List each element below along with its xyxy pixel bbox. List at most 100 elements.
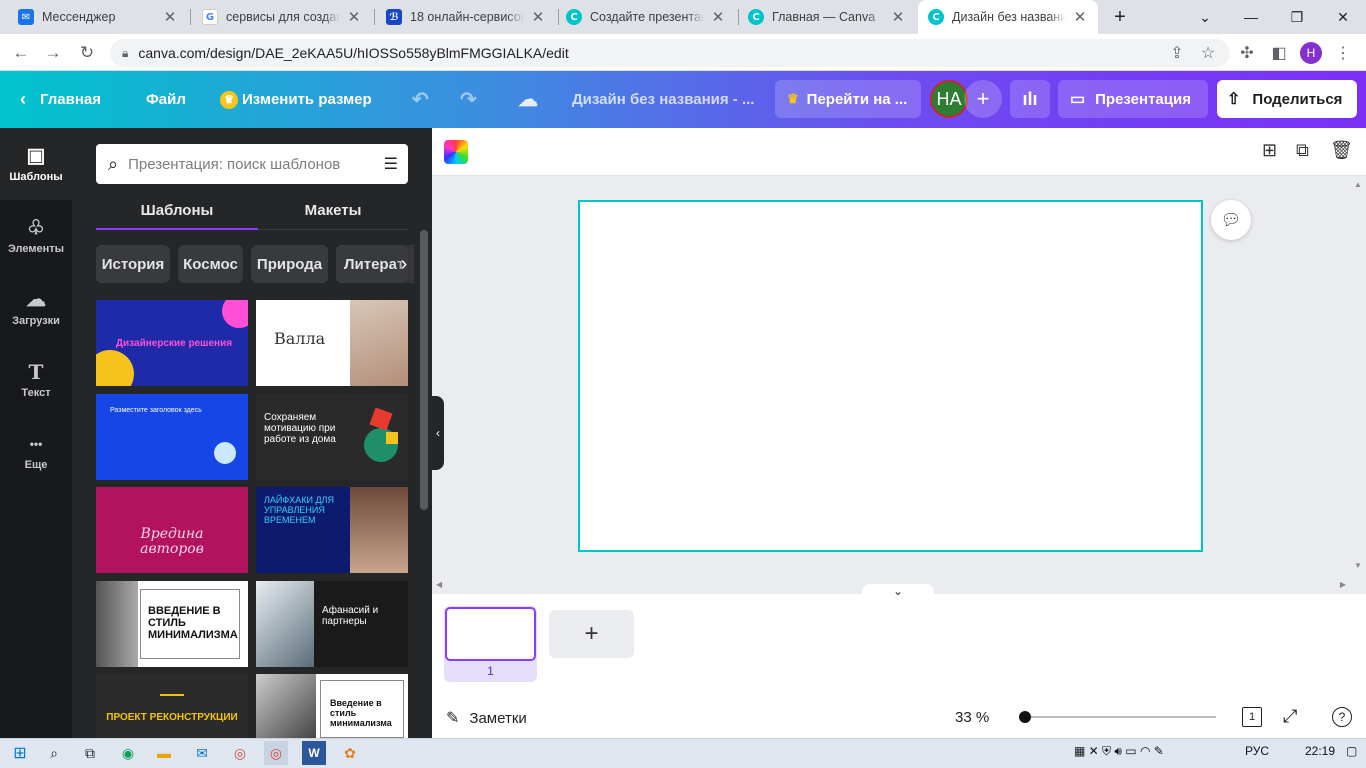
notifications-icon[interactable]: ▢	[1346, 744, 1357, 758]
nav-elements[interactable]: ♧ Элементы	[0, 200, 72, 272]
zoom-slider-handle[interactable]	[1019, 711, 1031, 723]
extensions-icon[interactable]: ✣	[1234, 40, 1260, 66]
browser-tab[interactable]: C Создайте презентации ✕	[556, 0, 736, 34]
undo-icon[interactable]: ↶	[412, 71, 429, 128]
maximize-icon[interactable]: ❐	[1274, 0, 1320, 34]
search-icon[interactable]: ⌕	[42, 741, 66, 765]
profile-avatar[interactable]: Н	[1298, 40, 1324, 66]
cloud-saved-icon[interactable]: ☁	[518, 71, 538, 128]
page-count-button[interactable]: 1	[1242, 707, 1262, 727]
page-thumbnail[interactable]: 1	[444, 606, 537, 682]
clock[interactable]: 22:19	[1305, 744, 1335, 758]
template-thumbnail[interactable]: Вредина авторов	[96, 487, 248, 573]
share-page-icon[interactable]: ⇪	[1164, 40, 1190, 66]
windows-start-icon[interactable]: ⊞	[8, 741, 32, 765]
tab-templates[interactable]: Шаблоны	[96, 192, 258, 230]
share-button[interactable]: ⇧ Поделиться	[1217, 80, 1357, 118]
help-icon[interactable]: ?	[1332, 707, 1352, 727]
zoom-slider[interactable]	[1019, 711, 1216, 723]
language-indicator[interactable]: РУС	[1245, 744, 1269, 758]
nav-text[interactable]: T Текст	[0, 344, 72, 416]
chip-nature[interactable]: Природа	[251, 245, 328, 283]
edge-browser-icon[interactable]: ◉	[116, 741, 140, 765]
chevron-right-icon[interactable]: ›	[394, 245, 414, 283]
close-icon[interactable]: ✕	[1072, 8, 1088, 26]
user-avatar[interactable]: НА	[930, 80, 968, 118]
file-explorer-icon[interactable]: ▬	[152, 741, 176, 765]
word-icon[interactable]: W	[302, 741, 326, 765]
template-thumbnail[interactable]: Валла	[256, 300, 408, 386]
bookmark-star-icon[interactable]: ☆	[1195, 40, 1221, 66]
minimize-icon[interactable]: —	[1228, 0, 1274, 34]
filter-sliders-icon[interactable]: ☰	[384, 154, 398, 174]
chip-space[interactable]: Космос	[178, 245, 243, 283]
template-thumbnail[interactable]: Введение в стиль минимализма	[256, 674, 408, 738]
duplicate-page-icon[interactable]: ⧉	[1296, 140, 1309, 161]
chrome-icon[interactable]: ◎	[228, 741, 252, 765]
fullscreen-icon[interactable]: ⤢	[1283, 706, 1297, 727]
menu-kebab-icon[interactable]: ⋮	[1330, 40, 1356, 66]
add-page-icon[interactable]: ⊞	[1262, 140, 1277, 161]
close-icon[interactable]: ✕	[890, 8, 906, 26]
vertical-scrollbar[interactable]: ▲ ▼	[1352, 180, 1364, 570]
nav-more[interactable]: ••• Еще	[0, 416, 72, 488]
template-thumbnail[interactable]: ВВЕДЕНИЕ В СТИЛЬ МИНИМАЛИЗМА	[96, 581, 248, 667]
template-search-input[interactable]: ⌕ Презентация: поиск шаблонов ☰	[96, 144, 408, 184]
redo-icon[interactable]: ↷	[460, 71, 477, 128]
browser-tab[interactable]: ℬ 18 онлайн-сервисов ✕	[376, 0, 556, 34]
chrome-active-icon[interactable]: ◎	[264, 741, 288, 765]
browser-tab[interactable]: C Главная — Canva ✕	[738, 0, 916, 34]
address-bar[interactable]: 🔒︎ canva.com/design/DAE_2eKAA5U/hIOSSo55…	[110, 39, 1230, 67]
home-back-button[interactable]: ‹ Главная	[20, 71, 101, 128]
browser-tab[interactable]: ✉ Мессенджер ✕	[8, 0, 188, 34]
app-icon[interactable]: ✿	[338, 741, 362, 765]
color-picker-icon[interactable]	[444, 140, 468, 164]
tray-icons[interactable]: ▦ ✕ ⛨ 🔊︎ ▭ ◠ ✎	[1074, 744, 1164, 759]
upgrade-button[interactable]: ♛ Перейти на ...	[775, 80, 921, 118]
document-title[interactable]: Дизайн без названия - ...	[572, 71, 754, 128]
add-comment-icon[interactable]: 💬︎	[1211, 200, 1251, 240]
nav-uploads[interactable]: ☁ Загрузки	[0, 272, 72, 344]
add-collaborator-icon[interactable]: +	[964, 80, 1002, 118]
task-view-icon[interactable]: ⧉	[78, 741, 102, 765]
mail-icon[interactable]: ✉	[190, 741, 214, 765]
present-button[interactable]: ▭ Презентация	[1058, 80, 1208, 118]
chip-history[interactable]: История	[96, 245, 170, 283]
window-close-icon[interactable]: ✕	[1320, 0, 1366, 34]
tab-search-icon[interactable]: ⌄	[1182, 0, 1228, 34]
template-thumbnail[interactable]: ПРОЕКТ РЕКОНСТРУКЦИИ	[96, 674, 248, 738]
article-icon: ℬ	[386, 9, 402, 25]
browser-tab[interactable]: G сервисы для создания ✕	[192, 0, 372, 34]
template-thumbnail[interactable]: Сохраняем мотивацию при работе из дома	[256, 394, 408, 480]
browser-tab-active[interactable]: C Дизайн без названия ✕	[918, 0, 1098, 34]
reload-icon[interactable]: ↻	[74, 40, 100, 66]
panel-scrollbar[interactable]	[420, 230, 428, 510]
file-menu-button[interactable]: Файл	[146, 71, 186, 128]
text-icon: T	[28, 360, 44, 384]
search-icon: ⌕	[108, 153, 119, 174]
canvas-toolbar	[432, 128, 1366, 176]
side-panel-icon[interactable]: ◧	[1266, 40, 1292, 66]
nav-templates[interactable]: ▣ Шаблоны	[0, 128, 72, 200]
close-icon[interactable]: ✕	[710, 8, 726, 26]
new-tab-button[interactable]: +	[1100, 0, 1140, 34]
chevron-down-icon[interactable]: ⌄	[862, 584, 934, 598]
zoom-value[interactable]: 33 %	[955, 709, 989, 726]
back-arrow-icon[interactable]: ←	[8, 40, 34, 66]
template-thumbnail[interactable]: Афанасий и партнеры	[256, 581, 408, 667]
add-page-button[interactable]: +	[549, 610, 634, 658]
close-icon[interactable]: ✕	[530, 8, 546, 26]
delete-page-icon[interactable]: 🗑︎	[1330, 140, 1353, 161]
close-icon[interactable]: ✕	[162, 8, 178, 26]
notes-button[interactable]: ✎ Заметки	[446, 708, 527, 728]
template-thumbnail[interactable]: Разместите заголовок здесь	[96, 394, 248, 480]
template-thumbnail[interactable]: Дизайнерские решения	[96, 300, 248, 386]
collapse-panel-handle[interactable]: ‹	[432, 396, 444, 470]
resize-button[interactable]: ♛ Изменить размер	[220, 71, 372, 128]
tab-layouts[interactable]: Макеты	[258, 192, 408, 230]
design-page-canvas[interactable]	[578, 200, 1203, 552]
close-icon[interactable]: ✕	[346, 8, 362, 26]
insights-chart-icon[interactable]: ılı	[1010, 80, 1050, 118]
forward-arrow-icon[interactable]: →	[40, 40, 66, 66]
template-thumbnail[interactable]: ЛАЙФХАКИ ДЛЯ УПРАВЛЕНИЯ ВРЕМЕНЕМ	[256, 487, 408, 573]
